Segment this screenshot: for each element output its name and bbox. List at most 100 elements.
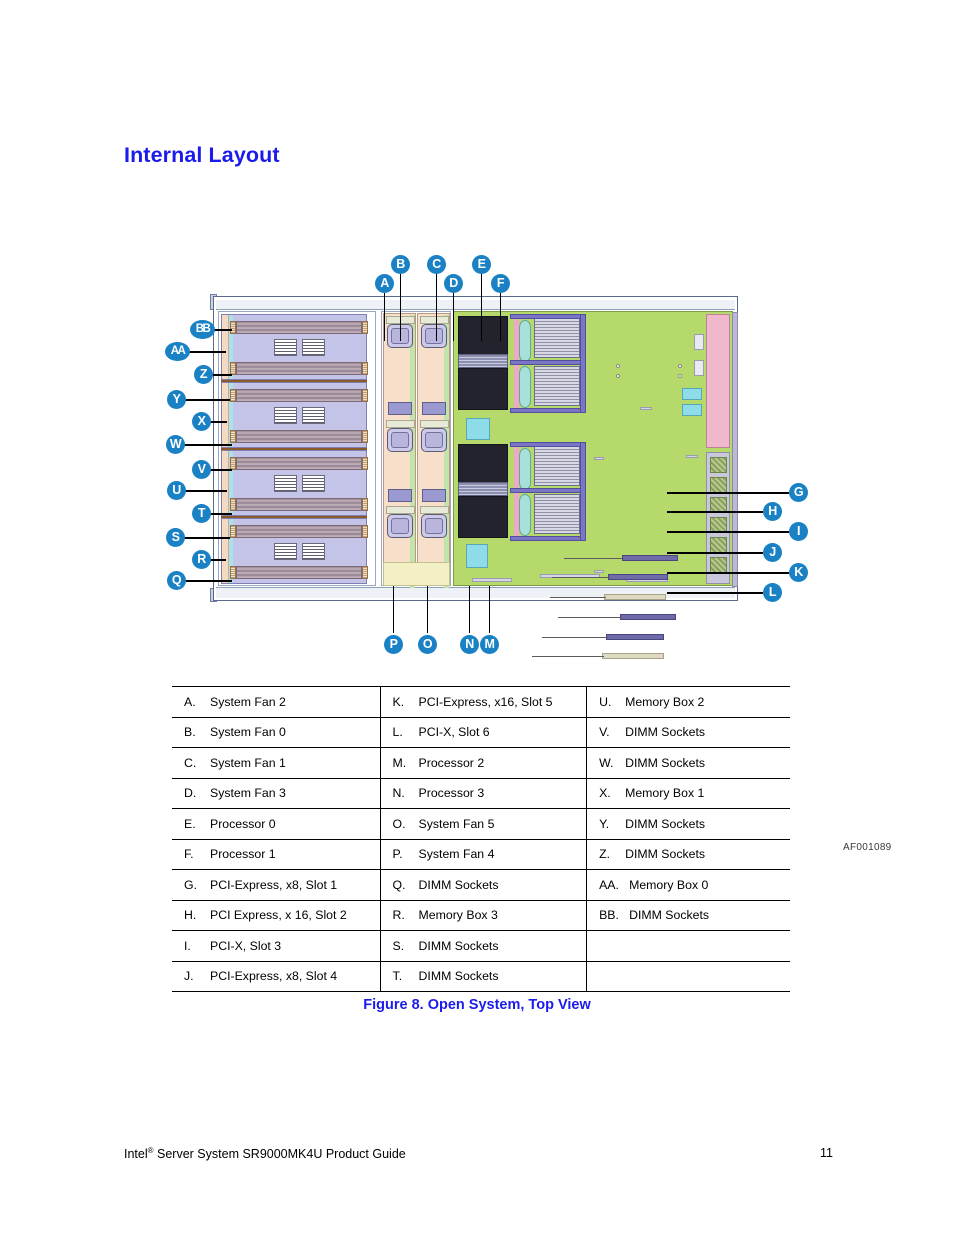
callout-f: F	[491, 274, 510, 293]
fan-connector	[388, 489, 412, 502]
memory-box-vent	[302, 407, 325, 424]
legend-cell: C. System Fan 1	[172, 747, 381, 779]
legend-value: System Fan 5	[418, 816, 495, 831]
callout-leader-line	[186, 351, 226, 353]
system-fan-module	[387, 514, 413, 538]
fan-rail	[444, 315, 449, 588]
callout-e: E	[472, 255, 491, 274]
legend-key: Q.	[392, 877, 406, 892]
processor-2-fins	[458, 482, 508, 496]
legend-key: L.	[392, 725, 403, 740]
legend-cell-content: J. PCI-Express, x8, Slot 4	[172, 969, 380, 983]
legend-cell: X. Memory Box 1	[586, 777, 790, 809]
fan-hub	[391, 432, 409, 448]
legend-cell-content: W. DIMM Sockets	[587, 756, 790, 770]
dimm-socket-bank	[230, 566, 368, 579]
legend-row: F. Processor 1 P. System Fan 4 Z. DIMM Socket…	[172, 838, 790, 870]
legend-value: Processor 2	[418, 755, 485, 770]
processor-lever	[519, 320, 531, 362]
callout-leader-line	[182, 444, 232, 446]
cpu-frame-bar	[580, 314, 586, 413]
callout-leader-line	[210, 374, 232, 376]
io-connector	[694, 334, 704, 350]
pci-slot-trace	[532, 656, 604, 657]
legend-value: Processor 0	[210, 816, 276, 831]
callout-j: J	[763, 543, 782, 562]
legend-value: Memory Box 3	[418, 908, 498, 923]
footer-product-name: Server System SR9000MK4U Product Guide	[153, 1147, 406, 1162]
legend-cell: B. System Fan 0	[172, 716, 381, 748]
fan-hub	[425, 432, 443, 448]
legend-cell: S. DIMM Sockets	[380, 930, 588, 962]
callout-aa: AA	[165, 342, 190, 361]
callout-m: M	[480, 635, 499, 654]
legend-row: B. System Fan 0 L. PCI-X, Slot 6 V. DIMM Sock…	[172, 716, 790, 748]
board-jumper	[686, 455, 698, 458]
callout-n: N	[460, 635, 479, 654]
legend-value: System Fan 3	[210, 786, 286, 801]
legend-key: T.	[392, 969, 403, 984]
pci-slot-trace	[558, 617, 622, 618]
callout-leader-line	[667, 552, 763, 554]
cpu-frame-bar	[510, 488, 586, 493]
memory-box-3	[221, 518, 368, 584]
legend-cell-content: U. Memory Box 2	[587, 695, 790, 709]
callout-h: H	[763, 502, 782, 521]
dimm-socket-bank	[230, 389, 368, 402]
legend-key: K.	[392, 694, 405, 709]
board-jumper	[640, 407, 652, 410]
processor-2-heatsink	[458, 444, 508, 486]
legend-key: J.	[184, 969, 194, 984]
server-board	[453, 311, 738, 659]
callout-z: Z	[194, 365, 213, 384]
legend-cell: Q. DIMM Sockets	[380, 869, 588, 901]
pci-slot-trace	[542, 637, 608, 638]
legend-cell: F. Processor 1	[172, 838, 381, 870]
callout-p: P	[384, 635, 403, 654]
legend-cell-content: I. PCI-X, Slot 3	[172, 939, 380, 953]
legend-cell: N. Processor 3	[380, 777, 588, 809]
legend-row: A. System Fan 2 K. PCI-Express, x16, Slot 5…	[172, 686, 790, 718]
memory-box-vent	[302, 475, 325, 492]
io-panel	[706, 314, 730, 448]
fan-cap	[420, 420, 449, 428]
processor-group-top	[458, 314, 586, 413]
board-connector	[472, 578, 512, 582]
legend-cell-content: C. System Fan 1	[172, 756, 380, 770]
legend-key: W.	[599, 755, 614, 770]
dimm-socket-bank	[230, 362, 368, 375]
pci-express-x16-slot-5	[606, 634, 664, 640]
legend-cell: AA. Memory Box 0	[586, 869, 790, 901]
legend-key: P.	[392, 847, 403, 862]
legend-key: V.	[599, 725, 610, 740]
callout-leader-line	[667, 531, 789, 533]
legend-cell: P. System Fan 4	[380, 838, 588, 870]
legend-value: PCI-Express, x8, Slot 4	[210, 969, 338, 984]
legend-key: G.	[184, 877, 197, 892]
fan-cap	[386, 506, 415, 514]
memory-box-vent	[274, 339, 297, 356]
fan-rail	[410, 315, 415, 588]
processor-1-heatsink	[458, 368, 508, 410]
legend-value: Memory Box 0	[629, 877, 709, 892]
legend-cell: D. System Fan 3	[172, 777, 381, 809]
callout-leader-line	[383, 293, 386, 341]
pci-bracket-column	[706, 452, 730, 584]
legend-key: U.	[599, 694, 612, 709]
callout-i: I	[789, 522, 808, 541]
legend-cell-content: A. System Fan 2	[172, 695, 380, 709]
legend-value: DIMM Sockets	[625, 816, 706, 831]
legend-key: B.	[184, 725, 196, 740]
fan-hub	[425, 518, 443, 534]
legend-key: H.	[184, 908, 197, 923]
legend-cell-content: K. PCI-Express, x16, Slot 5	[381, 695, 587, 709]
legend-key: I.	[184, 938, 191, 953]
legend-value: Memory Box 1	[625, 786, 705, 801]
callout-o: O	[418, 635, 437, 654]
legend-key: E.	[184, 816, 196, 831]
legend-value: PCI Express, x 16, Slot 2	[210, 908, 347, 923]
legend-key: AA.	[599, 877, 619, 892]
legend-cell: R. Memory Box 3	[380, 899, 588, 931]
legend-cell: BB. DIMM Sockets	[586, 899, 790, 931]
dimm-socket-bank	[230, 430, 368, 443]
